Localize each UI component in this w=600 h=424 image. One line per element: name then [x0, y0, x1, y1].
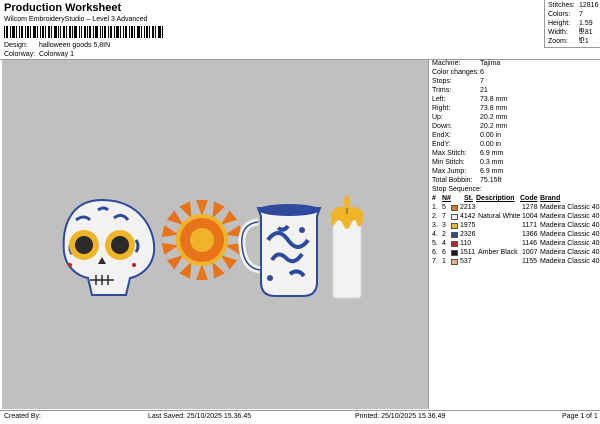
- stop-stitches: 537: [460, 258, 472, 265]
- colorway-value: Colorway 1: [38, 51, 74, 58]
- stop-brand: Madeira Classic 40: [540, 222, 600, 229]
- footer-divider: [0, 410, 600, 411]
- page-number: Page 1 of 1: [562, 413, 598, 420]
- stop-brand: Madeira Classic 40: [540, 231, 600, 238]
- stop-needle: 6: [442, 249, 446, 256]
- stat-stitches: Stitches: 12816: [548, 2, 599, 9]
- marigold-flower-image: [161, 200, 243, 280]
- info-right: Right: 73.8 mm: [432, 105, 508, 112]
- stop-row: 7. 1 537 1155 Madeira Classic 40: [432, 258, 600, 267]
- thread-color-swatch: [451, 223, 458, 229]
- created-by: Created By:: [4, 413, 41, 420]
- stop-code: 1146: [522, 240, 538, 247]
- stop-num: 5.: [432, 240, 438, 247]
- design-preview: [2, 60, 429, 409]
- info-machine: Machine: Tajima: [432, 60, 501, 67]
- worksheet-title: Production Worksheet: [4, 2, 122, 14]
- stop-sequence-heading: Stop Sequence:: [432, 186, 482, 193]
- design-row: Design: halloween goods 5,8IN: [4, 42, 110, 49]
- stop-brand: Madeira Classic 40: [540, 258, 600, 265]
- stop-num: 1.: [432, 204, 438, 211]
- colorway-label: Colorway:: [4, 51, 36, 58]
- barcode: [4, 26, 163, 38]
- stop-row: 1. 5 2213 1278 Madeira Classic 40: [432, 204, 600, 213]
- stop-row: 2. 7 4142 Natural White 1004 Madeira Classic …: [432, 213, 600, 222]
- info-color-changes: Color changes: 6: [432, 69, 484, 76]
- stop-stitches: 1975: [460, 222, 476, 229]
- stop-description: Amber Black: [478, 249, 518, 256]
- stop-num: 4.: [432, 231, 438, 238]
- stop-stitches: 2326: [460, 231, 476, 238]
- stop-brand: Madeira Classic 40: [540, 249, 600, 256]
- stop-stitches: 1511: [460, 249, 476, 256]
- info-endx: EndX: 0.00 in: [432, 132, 502, 139]
- stop-row: 6. 6 1511 Amber Black 1007 Madeira Classic 40: [432, 249, 600, 258]
- stop-stitches: 2213: [460, 204, 476, 211]
- sugar-skull-image: [62, 198, 156, 296]
- thread-color-swatch: [451, 205, 458, 211]
- stop-code: 1278: [522, 204, 538, 211]
- stop-brand: Madeira Classic 40: [540, 213, 600, 220]
- stop-needle: 5: [442, 204, 446, 211]
- stop-code: 1155: [522, 258, 538, 265]
- stop-row: 5. 4 110 1146 Madeira Classic 40: [432, 240, 600, 249]
- stop-code: 1366: [522, 231, 538, 238]
- stat-colors: Colors: 7: [548, 11, 583, 18]
- thread-color-swatch: [451, 259, 458, 265]
- thread-color-swatch: [451, 232, 458, 238]
- stop-needle: 3: [442, 222, 446, 229]
- stop-needle: 7: [442, 213, 446, 220]
- info-total-bobbin: Total Bobbin: 75.15ft: [432, 177, 502, 184]
- stop-needle: 1: [442, 258, 446, 265]
- software-subtitle: Wilcom EmbroideryStudio – Level 3 Advanc…: [4, 16, 148, 23]
- col-num: #: [432, 195, 436, 202]
- stop-num: 2.: [432, 213, 438, 220]
- info-up: Up: 20.2 mm: [432, 114, 508, 121]
- stop-code: 1004: [522, 213, 538, 220]
- stop-row: 3. 3 1975 1171 Madeira Classic 40: [432, 222, 600, 231]
- stop-num: 3.: [432, 222, 438, 229]
- thread-color-swatch: [451, 250, 458, 256]
- col-n: N#: [442, 195, 451, 202]
- thread-color-swatch: [451, 241, 458, 247]
- col-description: Description: [476, 195, 515, 202]
- stop-stitches: 110: [460, 240, 472, 247]
- stat-zoom: Zoom: 1:1: [548, 38, 589, 45]
- info-endy: EndY: 0.00 in: [432, 141, 502, 148]
- info-max-jump: Max Jump: 6.9 mm: [432, 168, 504, 175]
- design-value: halloween goods 5,8IN: [38, 42, 111, 49]
- stop-needle: 2: [442, 231, 446, 238]
- stat-width: Width: 5.81 in: [548, 29, 593, 43]
- stop-code: 1171: [522, 222, 538, 229]
- talavera-mug-image: [238, 204, 322, 297]
- candle-image: [331, 194, 363, 299]
- stop-brand: Madeira Classic 40: [540, 240, 600, 247]
- design-label: Design:: [4, 42, 28, 49]
- stop-num: 6.: [432, 249, 438, 256]
- stop-code: 1007: [522, 249, 538, 256]
- info-stops: Stops: 7: [432, 78, 484, 85]
- info-min-stitch: Min Stitch: 0.3 mm: [432, 159, 504, 166]
- info-down: Down: 20.2 mm: [432, 123, 508, 130]
- col-st: St.: [464, 195, 473, 202]
- info-left: Left: 73.8 mm: [432, 96, 508, 103]
- stop-brand: Madeira Classic 40: [540, 204, 600, 211]
- colorway-row: Colorway: Colorway 1: [4, 51, 74, 58]
- stop-stitches: 4142: [460, 213, 476, 220]
- stat-height: Height: 1.59 in: [548, 20, 593, 34]
- last-saved: Last Saved: 25/10/2025 15.36.45: [148, 413, 252, 420]
- thread-color-swatch: [451, 214, 458, 220]
- info-trims: Trims: 21: [432, 87, 488, 94]
- info-max-stitch: Max Stitch: 6.9 mm: [432, 150, 504, 157]
- col-code: Code: [520, 195, 538, 202]
- stop-row: 4. 2 2326 1366 Madeira Classic 40: [432, 231, 600, 240]
- stop-description: Natural White: [478, 213, 521, 220]
- stop-num: 7.: [432, 258, 438, 265]
- col-brand: Brand: [540, 195, 561, 202]
- design-stats: Stitches: 12816 Colors: 7 Height: 1.59 in W…: [544, 0, 600, 48]
- stop-needle: 4: [442, 240, 446, 247]
- printed-date: Printed: 25/10/2025 15.36.49: [355, 413, 446, 420]
